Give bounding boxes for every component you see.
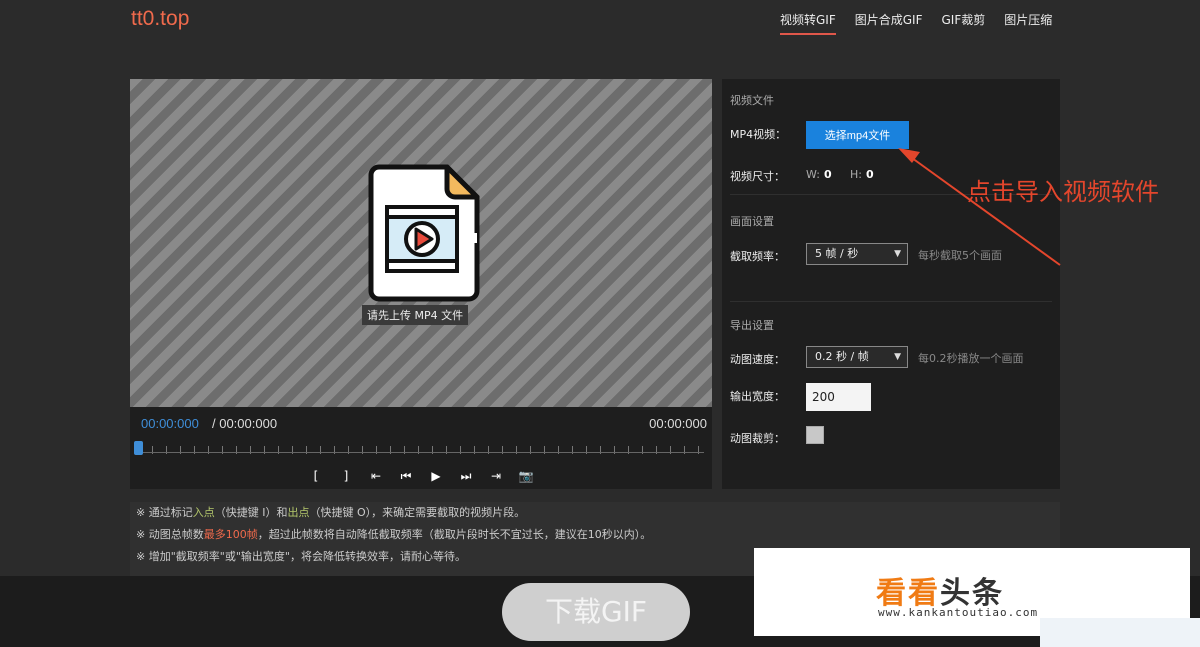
crop-checkbox[interactable] [806, 426, 824, 444]
player-controls: [ ] ⇤ ⏮ ▶ ⏭ ⇥ 📷 [308, 468, 534, 484]
mark-in-icon[interactable]: [ [308, 468, 324, 484]
mark-out-icon[interactable]: ] [338, 468, 354, 484]
chevron-down-icon: ▼ [894, 249, 901, 259]
player-bar: 00:00:000 / 00:00:000 00:00:000 [ ] ⇤ ⏮ … [130, 407, 712, 489]
upload-hint: 请先上传 MP4 文件 [362, 305, 469, 325]
video-size-label: 视频尺寸： [730, 170, 785, 183]
nav-image-compress[interactable]: 图片压缩 [1004, 11, 1052, 35]
watermark-url: www.kankantoutiao.com [878, 606, 1039, 619]
speed-label: 动图速度： [730, 353, 785, 366]
main-nav: 视频转GIF 图片合成GIF GIF裁剪 图片压缩 [780, 11, 1052, 35]
export-section-title: 导出设置 [730, 319, 774, 332]
speed-select[interactable]: 0.2 秒 / 帧 ▼ [806, 346, 908, 368]
video-section-title: 视频文件 [730, 94, 774, 107]
settings-panel: 视频文件 MP4视频： 选择mp4文件 视频尺寸： W: 0 H: 0 画面设置 截… [722, 79, 1060, 489]
note-1: ※ 通过标记入点（快捷键 I）和出点（快捷键 O），来确定需要截取的视频片段。 [136, 506, 526, 519]
speed-hint: 每0.2秒播放一个画面 [918, 352, 1024, 365]
video-file-icon[interactable] [365, 163, 481, 303]
nav-gif-crop[interactable]: GIF裁剪 [942, 11, 986, 35]
end-time: 00:00:000 [649, 416, 707, 431]
divider [730, 301, 1052, 302]
output-width-input[interactable]: 200 [806, 383, 871, 411]
nav-video-to-gif[interactable]: 视频转GIF [780, 11, 836, 35]
top-bar: tt0.top 视频转GIF 图片合成GIF GIF裁剪 图片压缩 [0, 0, 1200, 50]
previous-frame-icon[interactable]: ⏮ [398, 468, 414, 484]
download-gif-button[interactable]: 下载GIF [502, 583, 690, 641]
go-to-out-icon[interactable]: ⇥ [488, 468, 504, 484]
camera-icon[interactable]: 📷 [518, 468, 534, 484]
note-2: ※ 动图总帧数最多100帧，超过此帧数将自动降低截取频率（截取片段时长不宜过长，… [136, 528, 652, 541]
video-width: W: 0 [806, 168, 832, 181]
current-time: 00:00:000 [141, 416, 199, 431]
site-logo[interactable]: tt0.top [131, 7, 189, 31]
choose-mp4-button[interactable]: 选择mp4文件 [806, 121, 909, 149]
output-width-label: 输出宽度： [730, 390, 785, 403]
annotation-text: 点击导入视频软件 [967, 178, 1159, 206]
rate-hint: 每秒截取5个画面 [918, 249, 1002, 262]
nav-images-to-gif[interactable]: 图片合成GIF [855, 11, 923, 35]
rate-label: 截取频率： [730, 250, 785, 263]
video-preview-area[interactable]: 请先上传 MP4 文件 [130, 79, 712, 407]
timeline-ruler[interactable] [138, 442, 704, 458]
crop-label: 动图裁剪： [730, 432, 785, 445]
rate-select[interactable]: 5 帧 / 秒 ▼ [806, 243, 908, 265]
taskbar-tray [1040, 618, 1200, 647]
total-time: / 00:00:000 [212, 416, 278, 431]
chevron-down-icon: ▼ [894, 352, 901, 362]
timeline-handle[interactable] [134, 441, 143, 455]
next-frame-icon[interactable]: ⏭ [458, 468, 474, 484]
play-icon[interactable]: ▶ [428, 468, 444, 484]
frame-section-title: 画面设置 [730, 215, 774, 228]
go-to-in-icon[interactable]: ⇤ [368, 468, 384, 484]
video-height: H: 0 [850, 168, 874, 181]
mp4-label: MP4视频： [730, 128, 787, 141]
